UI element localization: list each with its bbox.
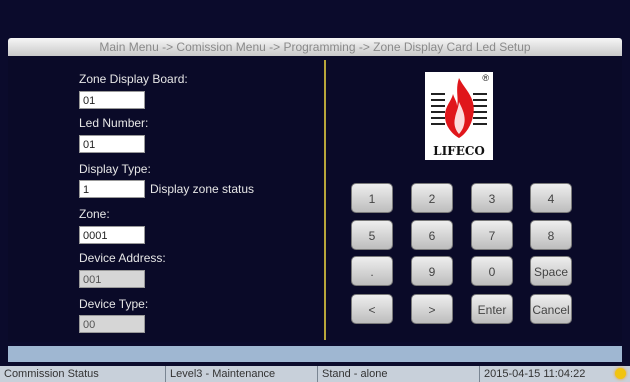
key-right[interactable]: > [411,294,453,324]
status-mode: Commission Status [0,366,166,382]
key-9[interactable]: 9 [411,256,453,286]
key-cancel[interactable]: Cancel [530,294,572,324]
device-type-field: 00 [79,315,145,333]
screen: { "breadcrumb": "Main Menu -> Comission … [0,0,630,382]
zone-display-board-field[interactable]: 01 [79,91,145,109]
key-5[interactable]: 5 [351,220,393,250]
led-number-field[interactable]: 01 [79,135,145,153]
device-type-label: Device Type: [79,297,149,311]
display-type-label: Display Type: [79,162,151,176]
device-address-field: 001 [79,270,145,288]
key-2[interactable]: 2 [411,183,453,213]
footer-band [8,346,622,362]
registered-mark: ® [482,73,489,83]
key-6[interactable]: 6 [411,220,453,250]
key-0[interactable]: 0 [471,256,513,286]
key-enter[interactable]: Enter [471,294,513,324]
status-indicator-icon [615,368,626,379]
zone-display-board-label: Zone Display Board: [79,72,188,86]
key-3[interactable]: 3 [471,183,513,213]
zone-field[interactable]: 0001 [79,226,145,244]
key-7[interactable]: 7 [471,220,513,250]
key-dot[interactable]: . [351,256,393,286]
status-level: Level3 - Maintenance [166,366,318,382]
key-left[interactable]: < [351,294,393,324]
status-standalone: Stand - alone [318,366,480,382]
status-datetime: 2015-04-15 11:04:22 [480,366,630,382]
key-4[interactable]: 4 [530,183,572,213]
zone-label: Zone: [79,207,110,221]
display-type-description: Display zone status [150,182,255,196]
display-type-field[interactable]: 1 [79,180,145,198]
breadcrumb-header: Main Menu -> Comission Menu -> Programmi… [8,38,622,56]
logo-wordmark: LIFECO [433,144,485,158]
led-number-label: Led Number: [79,116,149,130]
lifeco-logo: ® LIFECO [425,72,493,160]
device-address-label: Device Address: [79,251,166,265]
key-8[interactable]: 8 [530,220,572,250]
status-bar: Commission Status Level3 - Maintenance S… [0,366,630,382]
key-1[interactable]: 1 [351,183,393,213]
panel-divider [324,60,326,340]
key-space[interactable]: Space [530,256,572,286]
datetime-text: 2015-04-15 11:04:22 [484,368,586,380]
